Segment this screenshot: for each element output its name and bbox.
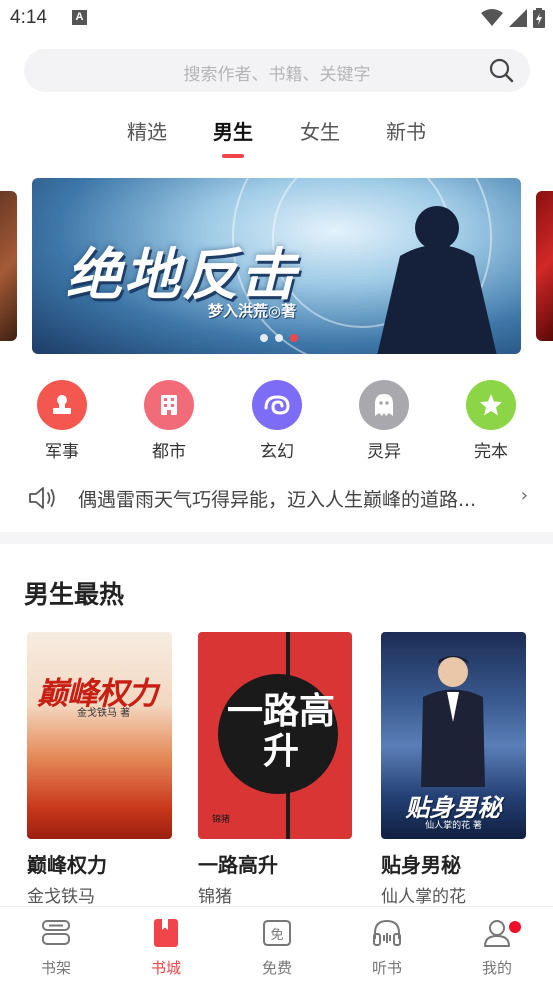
book-title[interactable]: 一路高升 — [198, 849, 348, 878]
swirl-icon — [252, 380, 302, 430]
banner-carousel[interactable]: 绝地反击 梦入洪荒◎著 — [32, 178, 521, 354]
category-label: 灵异 — [367, 442, 401, 462]
genre-categories: 军事 都市 玄幻 灵异 完本 — [0, 380, 553, 465]
book-author: 锦猪 — [198, 887, 232, 907]
book-card[interactable]: 一路高升 锦猪 一路高升 锦猪 — [198, 632, 352, 907]
book-title[interactable]: 巅峰权力 — [27, 849, 177, 878]
category-completed[interactable]: 完本 — [451, 380, 531, 462]
headphones-icon — [347, 917, 427, 949]
nav-free[interactable]: 免 免费 — [237, 917, 317, 978]
banner-dot[interactable] — [275, 334, 283, 342]
ghost-icon — [359, 380, 409, 430]
banner-pagination — [260, 334, 298, 342]
banner-figure-image — [377, 206, 497, 354]
nav-label: 听书 — [371, 959, 402, 977]
bookstore-icon — [126, 917, 206, 949]
tab-active-indicator — [222, 154, 244, 158]
book-cover[interactable]: 巅峰权力 金戈铁马 著 — [27, 632, 172, 839]
cover-figure-image — [421, 656, 485, 787]
status-time: 4:14 — [10, 7, 47, 28]
nav-bookstore[interactable]: 书城 — [126, 917, 206, 978]
nav-label: 书架 — [40, 959, 71, 977]
banner-prev-peek[interactable] — [0, 191, 17, 341]
status-bar: 4:14 A — [0, 0, 553, 38]
book-card[interactable]: 贴身男秘 仙人掌的花 著 贴身男秘 仙人掌的花 — [381, 632, 531, 907]
category-label: 军事 — [45, 442, 79, 462]
free-icon: 免 — [237, 917, 317, 949]
book-author: 金戈铁马 — [27, 887, 95, 907]
banner-dot[interactable] — [260, 334, 268, 342]
category-label: 都市 — [152, 442, 186, 462]
category-label: 完本 — [474, 442, 508, 462]
building-icon — [144, 380, 194, 430]
banner-dot-active[interactable] — [290, 334, 298, 342]
signal-icon — [509, 9, 527, 27]
banner-next-peek[interactable] — [536, 191, 553, 341]
free-icon-text: 免 — [270, 928, 284, 943]
book-card[interactable]: 巅峰权力 金戈铁马 著 巅峰权力 金戈铁马 — [27, 632, 177, 907]
cover-author: 金戈铁马 著 — [77, 708, 131, 719]
profile-icon — [457, 917, 537, 949]
category-military[interactable]: 军事 — [22, 380, 102, 462]
section-title: 男生最热 — [24, 580, 125, 609]
nav-label: 免费 — [261, 959, 292, 977]
wifi-icon — [481, 9, 503, 26]
notice-text[interactable]: 偶遇雷雨天气巧得异能，迈入人生巅峰的道路... — [78, 485, 526, 512]
category-tabs: 精选 男生 女生 新书 — [0, 116, 553, 164]
book-cover[interactable]: 贴身男秘 仙人掌的花 著 — [381, 632, 526, 839]
notification-badge — [509, 921, 521, 933]
book-title[interactable]: 贴身男秘 — [381, 849, 531, 878]
status-icons — [481, 8, 545, 28]
bottom-nav: 书架 书城 免 免费 听书 我的 — [0, 906, 553, 984]
search-icon[interactable] — [489, 58, 514, 83]
category-urban[interactable]: 都市 — [129, 380, 209, 462]
nav-profile[interactable]: 我的 — [457, 917, 537, 978]
cover-title: 一路高升 — [226, 691, 335, 772]
tab-male[interactable]: 男生 — [203, 116, 263, 158]
star-icon — [466, 380, 516, 430]
nav-label: 我的 — [481, 959, 512, 977]
nav-bookshelf[interactable]: 书架 — [16, 917, 96, 978]
search-placeholder[interactable]: 搜索作者、书籍、关键字 — [24, 60, 530, 85]
notice-marquee[interactable]: 偶遇雷雨天气巧得异能，迈入人生巅峰的道路... › — [28, 482, 538, 514]
book-cover[interactable]: 一路高升 锦猪 — [198, 632, 352, 839]
category-fantasy[interactable]: 玄幻 — [237, 380, 317, 462]
chevron-right-icon[interactable]: › — [521, 485, 528, 506]
banner-author: 梦入洪荒◎著 — [208, 302, 297, 320]
section-divider — [0, 532, 553, 544]
book-author: 仙人掌的花 — [381, 887, 466, 907]
tab-new-books[interactable]: 新书 — [376, 116, 436, 145]
tab-male-label: 男生 — [213, 120, 253, 144]
category-label: 玄幻 — [260, 442, 294, 462]
category-supernatural[interactable]: 灵异 — [344, 380, 424, 462]
tab-female[interactable]: 女生 — [290, 116, 350, 145]
tab-featured[interactable]: 精选 — [117, 116, 177, 145]
speaker-icon — [29, 487, 55, 509]
cover-author: 仙人掌的花 著 — [425, 821, 482, 831]
stamp-icon — [37, 380, 87, 430]
nav-audiobook[interactable]: 听书 — [347, 917, 427, 978]
notification-a-icon: A — [72, 10, 87, 25]
nav-label: 书城 — [150, 959, 181, 977]
banner-title: 绝地反击 — [66, 243, 298, 308]
bookshelf-icon — [16, 917, 96, 949]
battery-icon — [533, 8, 545, 28]
search-bar[interactable]: 搜索作者、书籍、关键字 — [24, 49, 530, 92]
cover-author: 锦猪 — [212, 815, 231, 825]
